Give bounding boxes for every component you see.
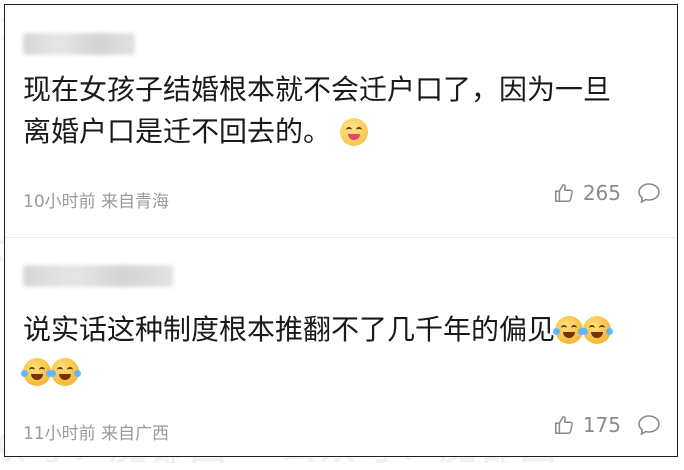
comment-text-line: 离婚户口是迁不回去的。 bbox=[23, 115, 332, 148]
like-button[interactable]: 175 bbox=[553, 413, 621, 437]
comment-location: 来自青海 bbox=[101, 192, 170, 212]
blurred-username bbox=[23, 265, 173, 287]
comment-item: 说实话这种制度根本推翻不了几千年的偏见 11小时前 来自广西 175 bbox=[5, 237, 677, 456]
reply-comment-icon[interactable] bbox=[637, 414, 661, 436]
comment-meta: 10小时前 来自青海 bbox=[23, 187, 169, 212]
yum-face-icon bbox=[339, 118, 368, 146]
like-button[interactable]: 265 bbox=[553, 181, 621, 205]
comment-text: 现在女孩子结婚根本就不会迁户口了，因为一旦 离婚户口是迁不回去的。 bbox=[23, 69, 665, 153]
comment-item: 现在女孩子结婚根本就不会迁户口了，因为一旦 离婚户口是迁不回去的。 10小时前 … bbox=[5, 5, 677, 237]
comment-panel: 现在女孩子结婚根本就不会迁户口了，因为一旦 离婚户口是迁不回去的。 10小时前 … bbox=[4, 4, 678, 457]
comment-time: 10小时前 bbox=[23, 192, 96, 212]
comment-time: 11小时前 bbox=[23, 424, 96, 444]
tears-of-joy-icon bbox=[581, 316, 614, 344]
thumbs-up-icon bbox=[553, 182, 575, 204]
tears-of-joy-icon bbox=[553, 316, 586, 344]
comment-actions: 175 bbox=[553, 413, 661, 437]
comment-text-line: 说实话这种制度根本推翻不了几千年的偏见 bbox=[23, 313, 556, 346]
comment-actions: 265 bbox=[553, 181, 661, 205]
blurred-username bbox=[23, 33, 135, 55]
thumbs-up-icon bbox=[553, 414, 575, 436]
tears-of-joy-icon bbox=[21, 358, 53, 386]
comment-text: 说实话这种制度根本推翻不了几千年的偏见 bbox=[21, 309, 665, 393]
comment-meta: 11小时前 来自广西 bbox=[23, 419, 169, 444]
comment-location: 来自广西 bbox=[101, 424, 170, 444]
like-count: 265 bbox=[582, 181, 621, 205]
reply-comment-icon[interactable] bbox=[637, 182, 661, 204]
comment-text-line: 现在女孩子结婚根本就不会迁户口了，因为一旦 bbox=[23, 73, 612, 106]
tears-of-joy-icon bbox=[49, 358, 81, 386]
like-count: 175 bbox=[582, 413, 621, 437]
